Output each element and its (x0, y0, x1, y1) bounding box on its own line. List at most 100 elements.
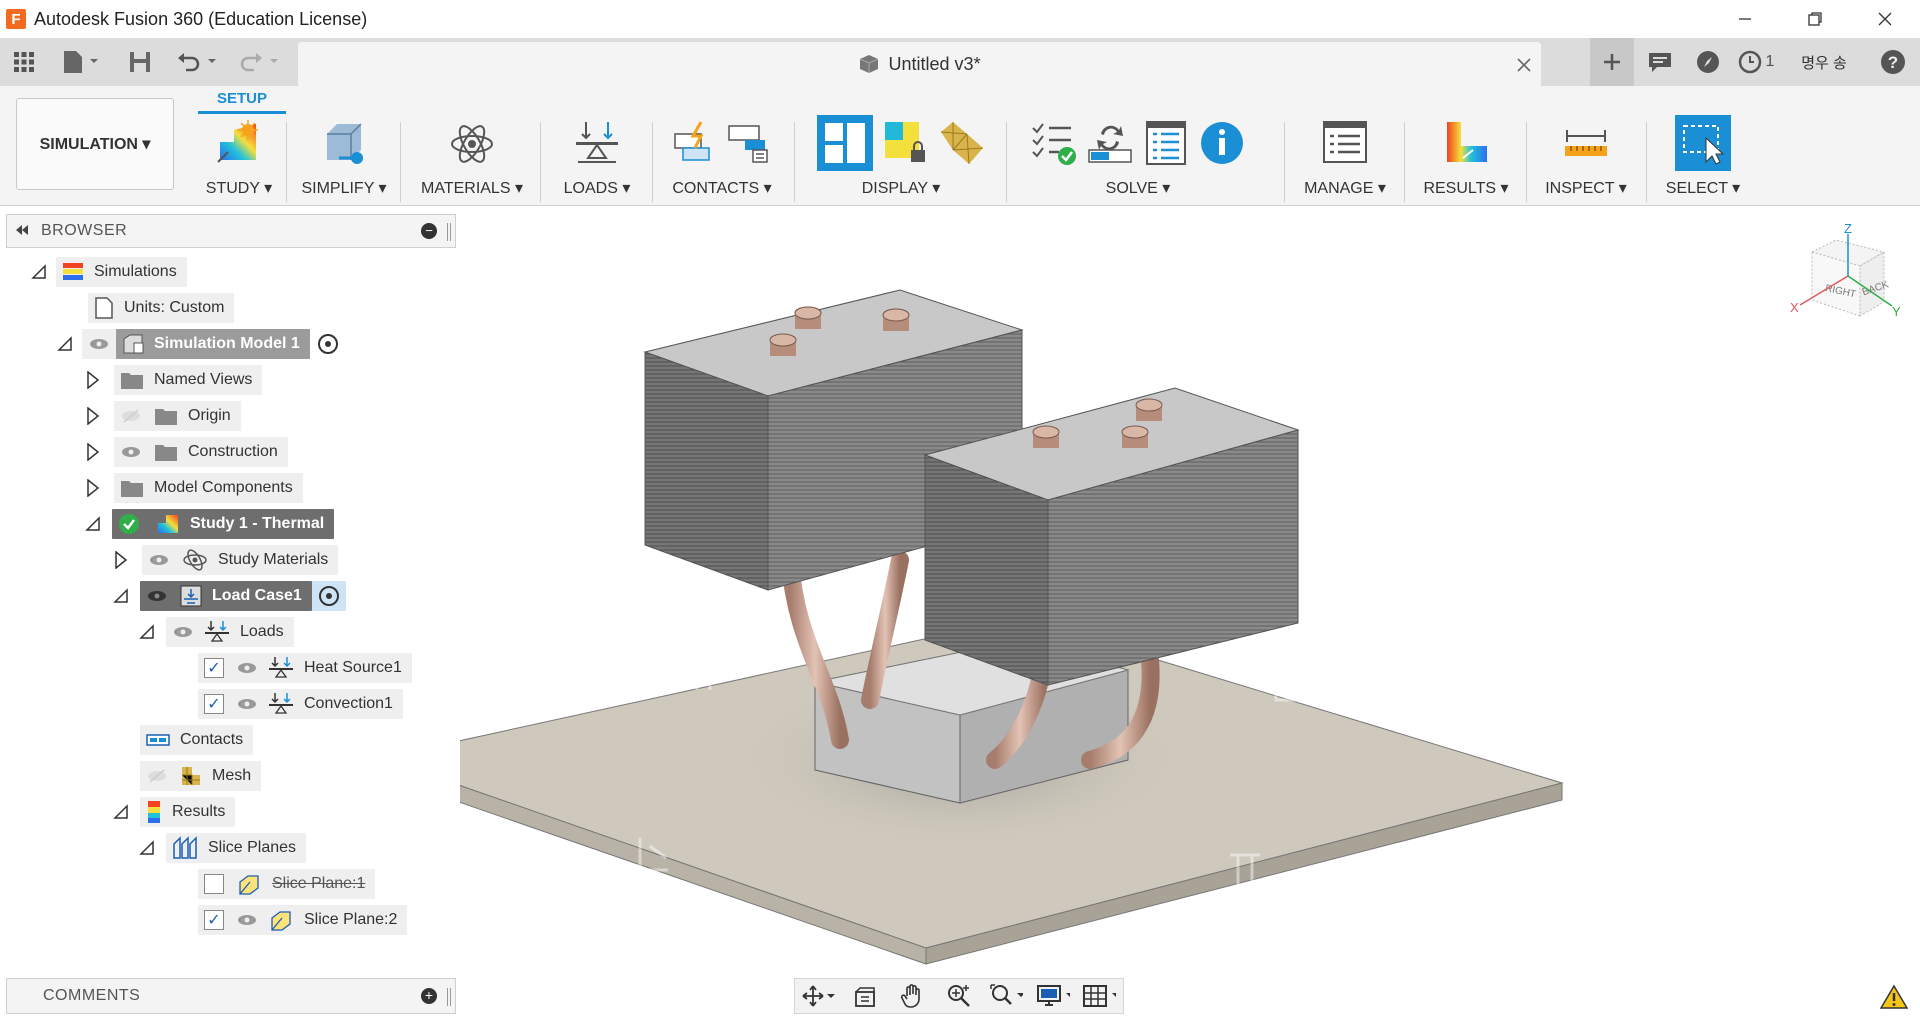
new-tab-button[interactable] (1590, 38, 1634, 86)
visibility-eye-icon[interactable] (236, 697, 258, 711)
hidden-eye-icon[interactable] (120, 409, 142, 423)
minimize-button[interactable] (1710, 0, 1780, 38)
tree-contacts[interactable]: Contacts (140, 725, 254, 755)
tree-simulation-model[interactable]: Simulation Model 1 (56, 329, 338, 359)
tree-results[interactable]: Results (112, 797, 236, 827)
visibility-eye-icon[interactable] (236, 661, 258, 675)
user-account-button[interactable]: 명우 송 (1782, 38, 1866, 86)
display-settings-button[interactable] (817, 115, 873, 171)
tree-simulations[interactable]: Simulations (30, 257, 187, 287)
select-group[interactable]: SELECT ▾ (1660, 115, 1746, 202)
expand-triangle-icon[interactable] (84, 515, 102, 533)
study-group[interactable]: STUDY ▾ (196, 116, 282, 202)
contacts-label: CONTACTS ▾ (672, 180, 772, 197)
tree-loads[interactable]: Loads (138, 617, 294, 647)
collapsed-triangle-icon[interactable] (84, 443, 102, 461)
display-group[interactable]: DISPLAY ▾ (808, 115, 994, 202)
warning-icon[interactable] (1880, 984, 1908, 1010)
loads-group[interactable]: LOADS ▾ (552, 116, 642, 202)
contacts-group[interactable]: CONTACTS ▾ (662, 116, 782, 202)
redo-button[interactable] (238, 48, 282, 76)
results-group[interactable]: RESULTS ▾ (1416, 116, 1516, 202)
component-icon (860, 55, 879, 73)
visibility-eye-icon[interactable] (236, 913, 258, 927)
look-at-button[interactable] (848, 982, 882, 1010)
document-tab[interactable]: Untitled v3* (298, 42, 1541, 86)
visibility-eye-icon[interactable] (172, 625, 194, 639)
data-panel-button[interactable] (12, 48, 36, 76)
inspect-group[interactable]: INSPECT ▾ (1536, 116, 1636, 202)
grid-settings-button[interactable] (1082, 982, 1117, 1010)
tree-study[interactable]: Study 1 - Thermal (84, 509, 335, 539)
expand-triangle-icon[interactable] (138, 623, 156, 641)
tree-construction[interactable]: Construction (84, 437, 288, 467)
fit-button[interactable] (989, 982, 1023, 1010)
tab-setup[interactable]: SETUP (198, 90, 286, 114)
solve-group[interactable]: SOLVE ▾ (1018, 116, 1258, 202)
collapsed-triangle-icon[interactable] (84, 407, 102, 425)
comments-panel[interactable]: COMMENTS + (6, 978, 456, 1014)
add-comment-button[interactable]: + (421, 988, 437, 1004)
tree-model-components[interactable]: Model Components (84, 473, 303, 503)
collapse-browser-button[interactable] (15, 223, 29, 239)
browser-minimize-button[interactable]: − (421, 223, 437, 239)
visibility-eye-icon[interactable] (82, 329, 116, 359)
expand-triangle-icon[interactable] (56, 335, 74, 353)
tree-slice-plane-1[interactable]: Slice Plane:1 (198, 869, 376, 899)
expand-triangle-icon[interactable] (138, 839, 156, 857)
restore-button[interactable] (1780, 0, 1850, 38)
select-button[interactable] (1675, 115, 1731, 171)
visibility-checkbox[interactable]: ✓ (204, 910, 224, 930)
tree-load-case[interactable]: Load Case1 (112, 581, 346, 611)
expand-triangle-icon[interactable] (112, 803, 130, 821)
simplify-group[interactable]: SIMPLIFY ▾ (294, 116, 394, 202)
collapsed-triangle-icon[interactable] (84, 479, 102, 497)
tree-units[interactable]: Units: Custom (88, 293, 235, 323)
visibility-checkbox[interactable] (204, 874, 224, 894)
visibility-eye-icon[interactable] (146, 589, 168, 603)
pan-button[interactable] (895, 982, 929, 1010)
visibility-checkbox[interactable]: ✓ (204, 658, 224, 678)
measure-icon (1565, 130, 1607, 156)
materials-group[interactable]: MATERIALS ▾ (414, 116, 530, 202)
undo-button[interactable] (176, 48, 220, 76)
workspace-switcher[interactable]: SIMULATION ▾ (16, 98, 174, 190)
tree-heat-source[interactable]: ✓ Heat Source1 (198, 653, 412, 683)
tree-slice-planes[interactable]: Slice Planes (138, 833, 307, 863)
model-canvas[interactable] (460, 207, 1920, 987)
job-status-button[interactable]: 1 (1730, 38, 1782, 86)
view-cube[interactable]: RIGHT BACK Z X Y (1788, 220, 1908, 330)
visibility-eye-icon[interactable] (120, 445, 142, 459)
orbit-button[interactable] (801, 982, 836, 1010)
collapsed-triangle-icon[interactable] (112, 551, 130, 569)
comments-resize-handle[interactable] (447, 988, 451, 1006)
file-menu-button[interactable] (62, 48, 102, 76)
tree-study-materials[interactable]: Study Materials (112, 545, 339, 575)
help-center-button[interactable] (1686, 38, 1730, 86)
loads-icon (576, 122, 618, 163)
manage-group[interactable]: MANAGE ▾ (1292, 116, 1398, 202)
tree-slice-plane-2[interactable]: ✓ Slice Plane:2 (198, 905, 408, 935)
hidden-eye-icon[interactable] (146, 769, 168, 783)
tree-origin[interactable]: Origin (84, 401, 241, 431)
notifications-button[interactable] (1634, 38, 1686, 86)
visibility-eye-icon[interactable] (148, 553, 170, 567)
tree-mesh[interactable]: Mesh (140, 761, 262, 791)
visibility-checkbox[interactable]: ✓ (204, 694, 224, 714)
tree-convection[interactable]: ✓ Convection1 (198, 689, 403, 719)
close-window-button[interactable] (1850, 0, 1920, 38)
zoom-button[interactable] (942, 982, 976, 1010)
help-button[interactable]: ? (1866, 38, 1920, 86)
expand-triangle-icon[interactable] (112, 587, 130, 605)
close-tab-button[interactable] (1517, 52, 1531, 78)
collapsed-triangle-icon[interactable] (84, 371, 102, 389)
browser-resize-handle[interactable] (447, 223, 451, 241)
activate-radio[interactable] (318, 586, 339, 606)
tree-named-views[interactable]: Named Views (84, 365, 263, 395)
save-button[interactable] (128, 48, 152, 76)
activate-radio[interactable] (317, 334, 338, 354)
expand-triangle-icon[interactable] (30, 263, 48, 281)
active-indicator[interactable] (311, 581, 346, 611)
study-icon (158, 515, 178, 533)
display-settings-button[interactable] (1036, 982, 1070, 1010)
